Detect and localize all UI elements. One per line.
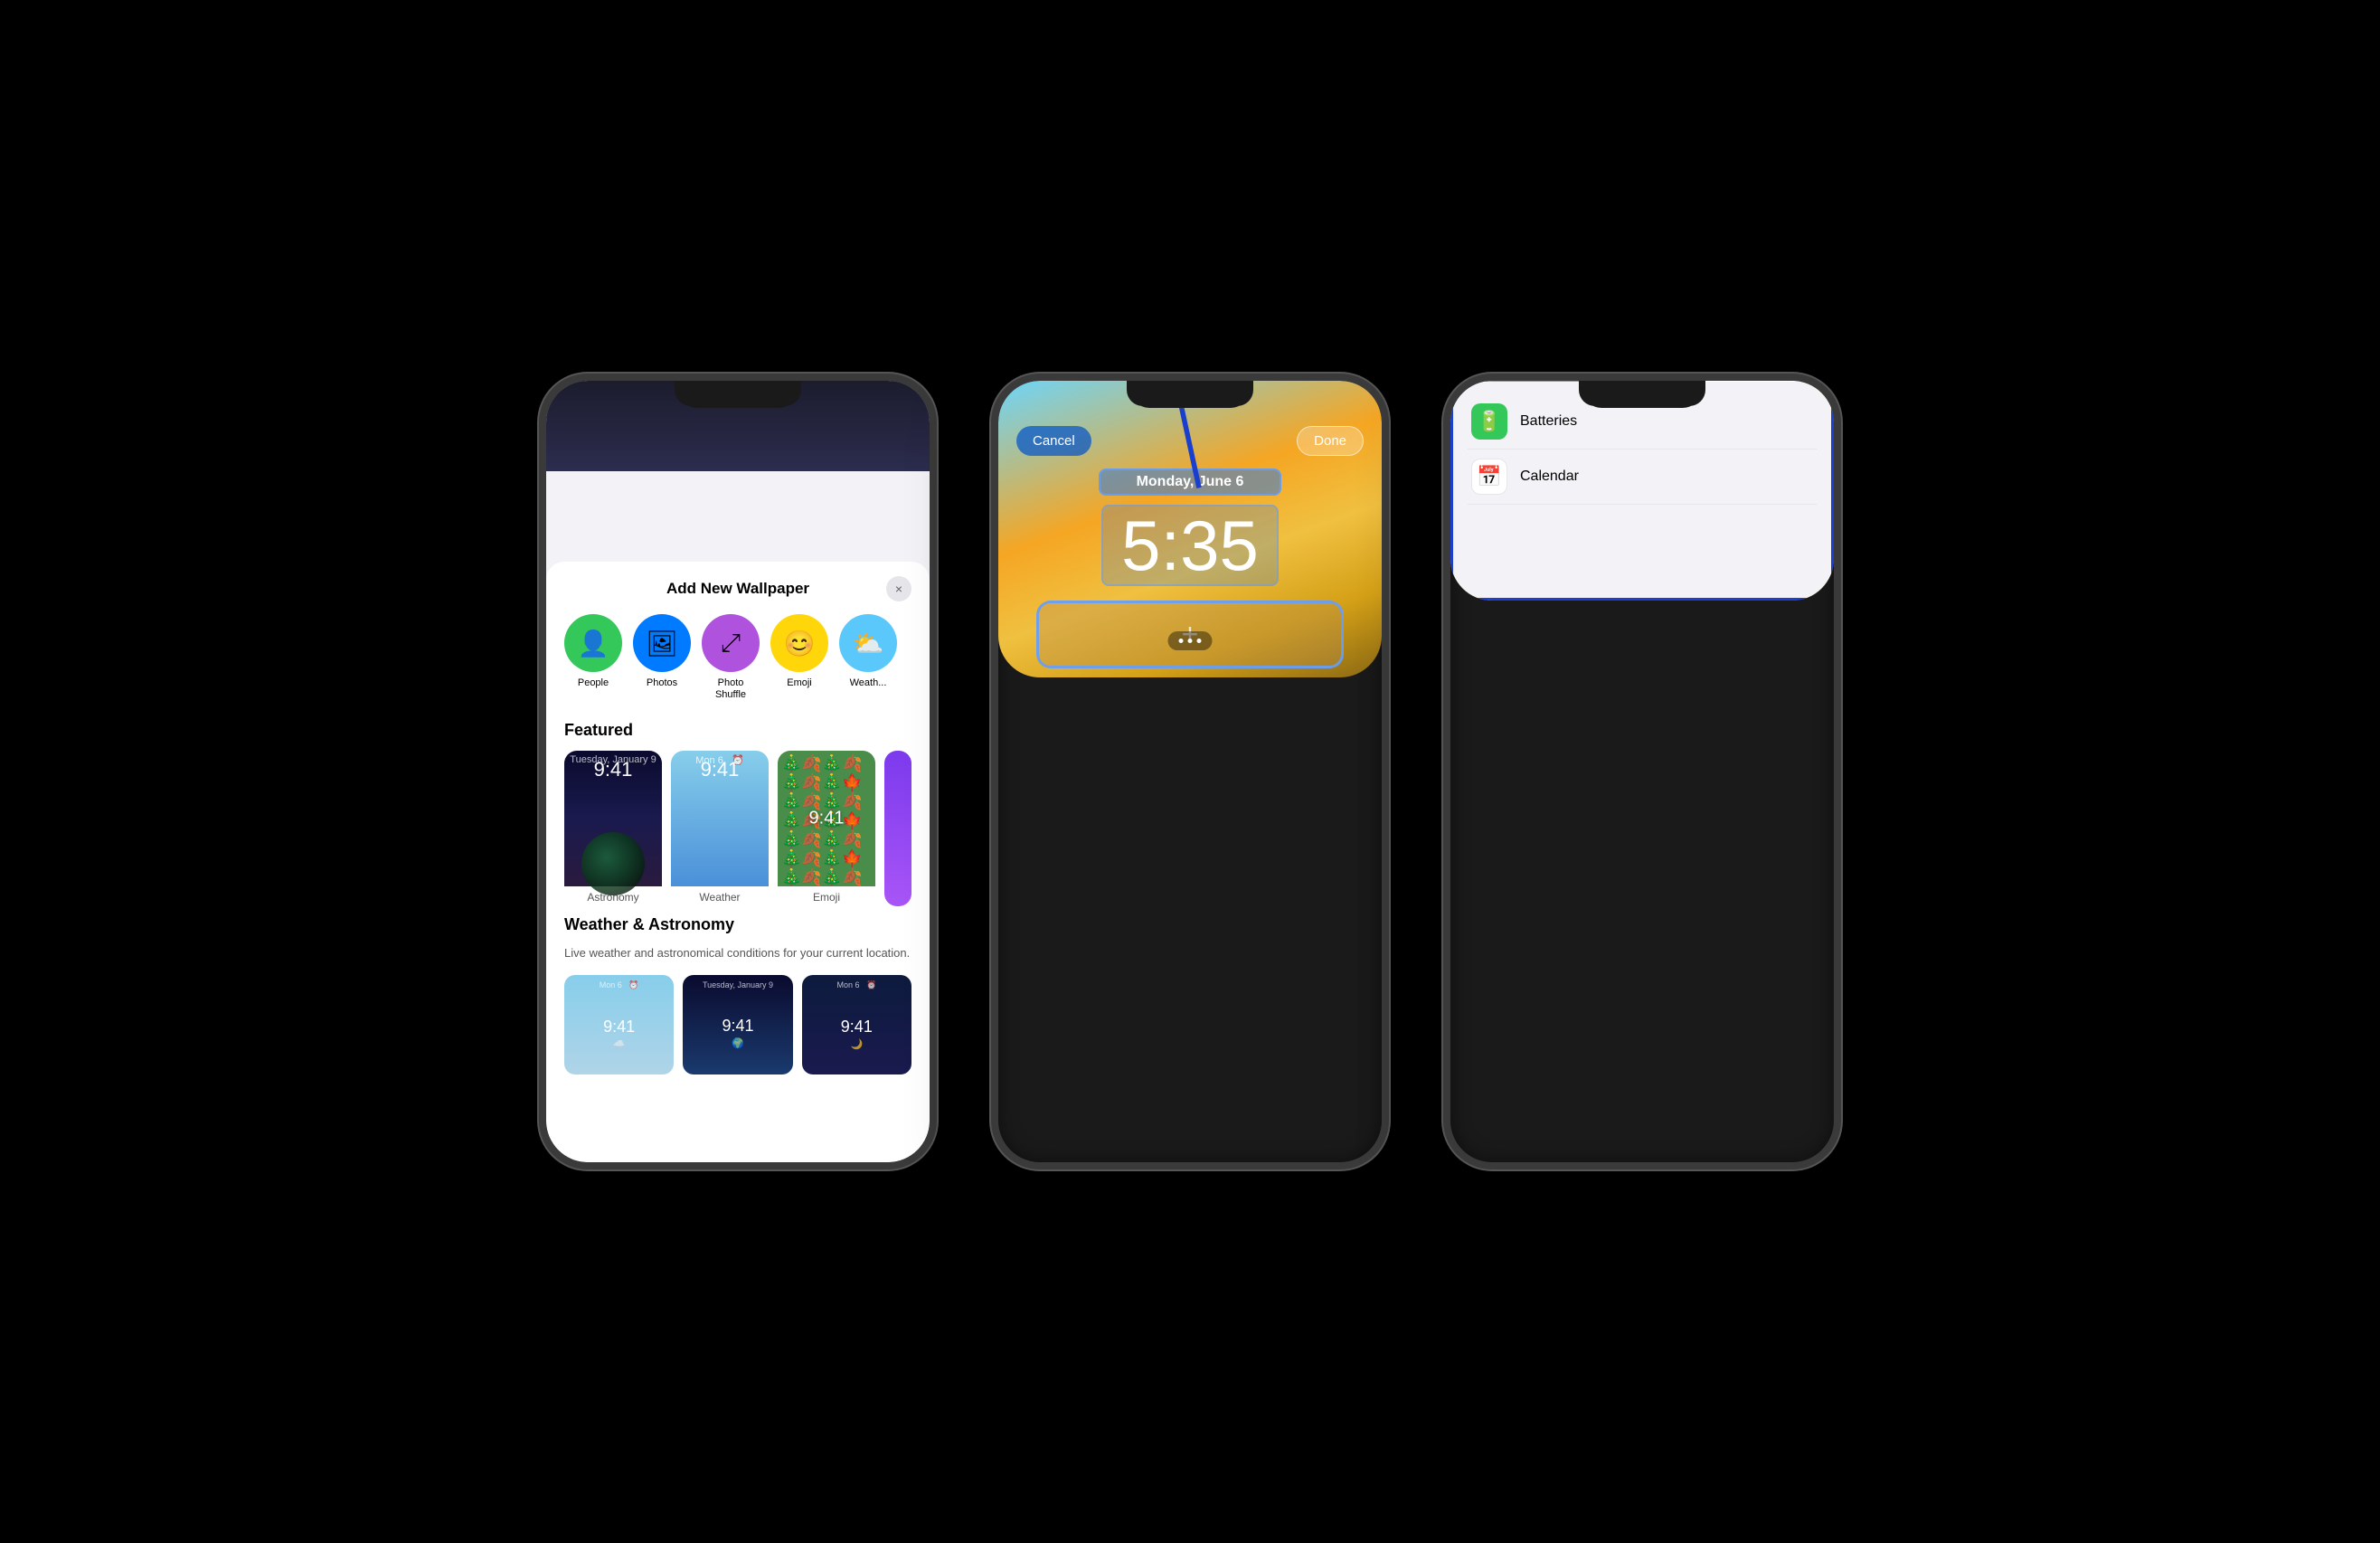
wallpaper-type-icons: 👤 People 🖼 Photos ⤢ PhotoShuffle 😊 Emoji… <box>564 614 911 701</box>
phone3-screen: Monday, June 6 5:35 + Add Widgets × Cupe… <box>1450 381 1834 601</box>
dot-1 <box>1179 639 1184 643</box>
emoji-label: Emoji <box>787 677 812 689</box>
notch-1 <box>679 381 797 408</box>
people-label: People <box>578 677 609 689</box>
photos-icon: 🖼 <box>633 614 691 672</box>
wallpaper-type-weather[interactable]: ⛅ Weath... <box>839 614 897 701</box>
dot-2 <box>1188 639 1193 643</box>
shuffle-icon: ⤢ <box>702 614 760 672</box>
phone-2: Cancel Done Monday, June 6 5:35 + <box>991 374 1389 1169</box>
calendar-app-item[interactable]: 📅 Calendar <box>1468 450 1817 505</box>
small-card-cloudy[interactable]: Mon 6 ⏰ 9:41 ☁️ <box>564 975 674 1074</box>
featured-card-emoji[interactable]: 🎄🍂🎄🍂🎄🍂🎄🍁🎄🍂🎄🍂🎄🍂🎄🍁🎄🍂🎄🍂🎄🍂🎄🍁🎄🍂🎄🍂 9:41 Emoji <box>778 751 875 906</box>
weather-astro-title: Weather & Astronomy <box>564 915 911 934</box>
three-dots-menu[interactable] <box>1168 631 1213 650</box>
small-card-night[interactable]: Mon 6 ⏰ 9:41 🌙 <box>802 975 911 1074</box>
featured-cards-row: Tuesday, January 9 9:41 Astronomy Mon 6 … <box>564 751 911 906</box>
modal-title: Add New Wallpaper <box>666 580 809 598</box>
phone2-screen: Cancel Done Monday, June 6 5:35 + <box>998 381 1382 677</box>
modal-header: Add New Wallpaper × <box>564 580 911 598</box>
photos-label: Photos <box>647 677 677 689</box>
featured-card-weather[interactable]: Mon 6 ⏰ 9:41 Weather <box>671 751 769 906</box>
small-card-earth[interactable]: Tuesday, January 9 9:41 🌍 <box>683 975 792 1074</box>
sc1-icon: ☁️ <box>564 1037 674 1050</box>
weather-astro-desc: Live weather and astronomical conditions… <box>564 945 911 961</box>
notch-2 <box>1131 381 1249 408</box>
wallpaper-type-shuffle[interactable]: ⤢ PhotoShuffle <box>702 614 760 701</box>
batteries-icon: 🔋 <box>1471 403 1507 440</box>
phone-1: Add New Wallpaper × 👤 People 🖼 Photos ⤢ … <box>539 374 937 1169</box>
phone1-screen: Add New Wallpaper × 👤 People 🖼 Photos ⤢ … <box>546 381 930 1162</box>
weather-label: Weath... <box>850 677 887 689</box>
calendar-label: Calendar <box>1520 469 1579 485</box>
sc2-icon: 🌍 <box>683 1036 792 1049</box>
dot-3 <box>1197 639 1202 643</box>
featured-title: Featured <box>564 721 911 740</box>
weather-card-time: 9:41 <box>671 758 769 781</box>
lock-time: 5:35 <box>1101 505 1279 586</box>
weather-card-label: Weather <box>671 886 769 906</box>
small-cards-row: Mon 6 ⏰ 9:41 ☁️ Tuesday, January 9 9:41 … <box>564 975 911 1074</box>
wallpaper-type-emoji[interactable]: 😊 Emoji <box>770 614 828 701</box>
add-widgets-panel: Add Widgets × Cupertino -3HRS 2:35PM ⏰ <box>1450 381 1834 601</box>
emoji-card-label: Emoji <box>778 886 875 906</box>
sc3-icon: 🌙 <box>802 1037 911 1050</box>
wallpaper-type-people[interactable]: 👤 People <box>564 614 622 701</box>
emoji-icon: 😊 <box>770 614 828 672</box>
featured-card-astronomy[interactable]: Tuesday, January 9 9:41 Astronomy <box>564 751 662 906</box>
phone-3: Monday, June 6 5:35 + Add Widgets × Cupe… <box>1443 374 1841 1169</box>
done-button[interactable]: Done <box>1297 426 1364 456</box>
wallpaper-modal: Add New Wallpaper × 👤 People 🖼 Photos ⤢ … <box>546 562 930 1162</box>
sc3-time: 9:41 <box>802 990 911 1037</box>
modal-close-button[interactable]: × <box>886 576 911 601</box>
sc2-time: 9:41 <box>683 989 792 1036</box>
batteries-label: Batteries <box>1520 413 1577 430</box>
shuffle-label: PhotoShuffle <box>715 677 746 701</box>
weather-icon: ⛅ <box>839 614 897 672</box>
people-icon: 👤 <box>564 614 622 672</box>
cancel-button[interactable]: Cancel <box>1016 426 1091 456</box>
calendar-icon: 📅 <box>1471 459 1507 495</box>
notch-3 <box>1583 381 1701 408</box>
sc1-time: 9:41 <box>564 990 674 1037</box>
astro-time: 9:41 <box>564 758 662 781</box>
wallpaper-type-photos[interactable]: 🖼 Photos <box>633 614 691 701</box>
